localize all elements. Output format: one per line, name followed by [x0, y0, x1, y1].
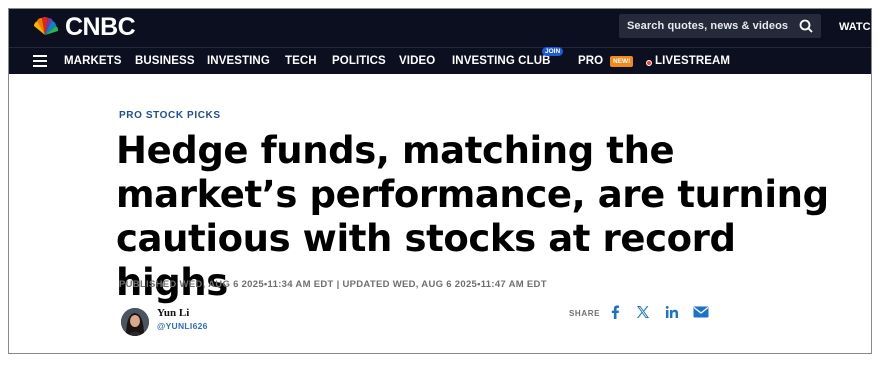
nav-item-video[interactable]: VIDEO	[399, 55, 435, 67]
top-bar: CNBC Search quotes, news & videos WATC	[9, 9, 871, 47]
linkedin-icon[interactable]	[664, 304, 680, 320]
x-twitter-icon[interactable]	[635, 304, 651, 320]
logo-text: CNBC	[65, 13, 136, 41]
join-badge[interactable]: JOIN	[542, 47, 564, 56]
nav-item-livestream[interactable]: LIVESTREAM	[655, 55, 730, 67]
email-icon[interactable]	[693, 304, 709, 320]
nav-item-tech[interactable]: TECH	[285, 55, 317, 67]
author-name[interactable]: Yun Li	[157, 307, 189, 319]
page-frame: CNBC Search quotes, news & videos WATC M…	[8, 8, 872, 354]
search-input[interactable]: Search quotes, news & videos	[619, 20, 797, 32]
new-badge: NEW!	[610, 56, 634, 67]
share-label: SHARE	[569, 309, 601, 318]
nav-item-investing-club[interactable]: INVESTING CLUB	[452, 55, 551, 67]
live-indicator-icon	[646, 60, 652, 66]
author-handle[interactable]: @YUNLI626	[157, 321, 208, 331]
peacock-icon	[33, 17, 59, 35]
search-box[interactable]: Search quotes, news & videos	[619, 14, 821, 38]
nav-item-markets[interactable]: MARKETS	[64, 55, 122, 67]
nav-item-pro[interactable]: PRO	[578, 55, 603, 67]
watch-live-link[interactable]: WATC	[839, 21, 871, 33]
main-nav: MARKETS BUSINESS INVESTING TECH POLITICS…	[9, 47, 871, 74]
nav-item-politics[interactable]: POLITICS	[332, 55, 386, 67]
nav-item-investing[interactable]: INVESTING	[207, 55, 270, 67]
cnbc-logo[interactable]: CNBC	[29, 13, 136, 41]
nav-item-business[interactable]: BUSINESS	[135, 55, 195, 67]
author-avatar[interactable]	[121, 308, 149, 336]
facebook-icon[interactable]	[607, 304, 623, 320]
menu-icon[interactable]	[33, 55, 47, 67]
search-icon[interactable]	[797, 17, 815, 35]
publish-timestamp: PUBLISHED WED, AUG 6 2025•11:34 AM EDT |…	[119, 279, 547, 290]
article-kicker[interactable]: PRO STOCK PICKS	[119, 110, 221, 121]
